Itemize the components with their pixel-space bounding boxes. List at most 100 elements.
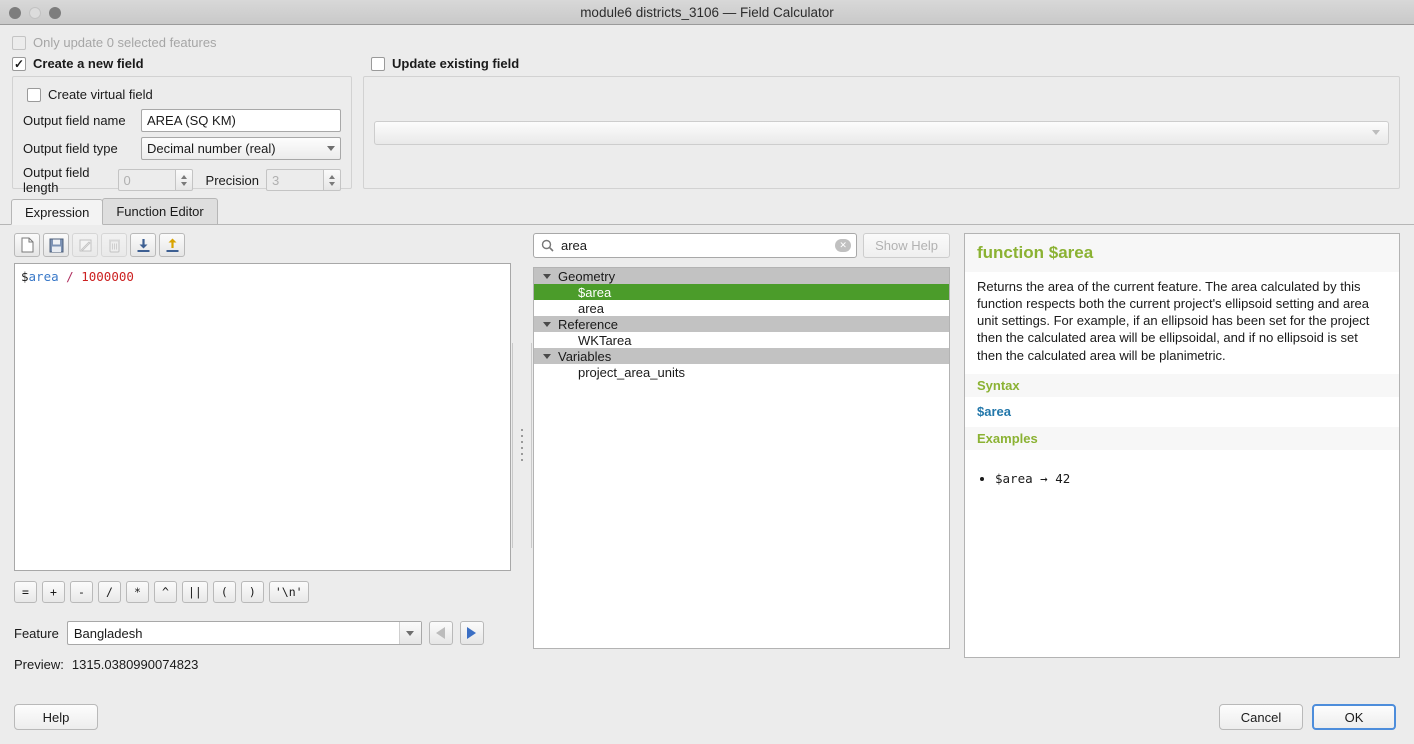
- help-button[interactable]: Help: [14, 704, 98, 730]
- edit-icon: [72, 233, 98, 257]
- operator-button-plus[interactable]: +: [42, 581, 65, 603]
- chevron-down-icon[interactable]: [398, 622, 421, 644]
- existing-field-group: [363, 76, 1400, 189]
- dialog-body: Only update 0 selected features ✓ Create…: [0, 25, 1414, 672]
- search-row: area ✕ Show Help: [533, 233, 950, 258]
- create-new-field-checkbox[interactable]: ✓: [12, 56, 26, 71]
- create-new-field-label: Create a new field: [33, 56, 144, 71]
- tree-group-label: Geometry: [558, 268, 616, 284]
- search-icon: [541, 239, 554, 252]
- minimize-button[interactable]: [29, 6, 41, 19]
- update-existing-field-checkbox[interactable]: [371, 56, 385, 71]
- operator-button-close-paren[interactable]: ): [240, 581, 264, 603]
- operator-button-newline[interactable]: '\n': [268, 581, 309, 603]
- close-button[interactable]: [9, 6, 21, 19]
- operator-button-equals[interactable]: =: [14, 581, 37, 603]
- title-bar: module6 districts_3106 — Field Calculato…: [0, 0, 1414, 25]
- expression-token-function: area: [28, 269, 59, 284]
- search-input[interactable]: area ✕: [533, 233, 858, 258]
- precision-label: Precision: [205, 172, 259, 188]
- tree-item-area[interactable]: area: [534, 300, 949, 316]
- create-new-field-panel: ✓ Create a new field Create virtual fiel…: [4, 52, 352, 195]
- new-field-group: Create virtual field Output field name A…: [12, 76, 352, 195]
- help-examples-heading: Examples: [965, 426, 1399, 450]
- output-field-name-input[interactable]: AREA (SQ KM): [141, 109, 341, 132]
- tree-item-dollar-area[interactable]: $area: [534, 284, 949, 300]
- tree-group-reference[interactable]: Reference: [534, 316, 949, 332]
- tree-group-variables[interactable]: Variables: [534, 348, 949, 364]
- footer-actions: Cancel OK: [1219, 704, 1396, 730]
- output-field-type-value: Decimal number (real): [147, 141, 276, 156]
- feature-select[interactable]: Bangladesh: [66, 621, 422, 645]
- window-controls: [9, 0, 61, 25]
- import-icon[interactable]: [130, 233, 156, 257]
- expression-token-operator: /: [66, 269, 74, 284]
- clear-search-icon[interactable]: ✕: [835, 239, 852, 252]
- help-syntax-code: $area: [977, 403, 1011, 419]
- create-virtual-field-checkbox[interactable]: [27, 87, 41, 102]
- feature-value: Bangladesh: [73, 625, 143, 641]
- only-update-selected-checkbox[interactable]: [12, 35, 26, 50]
- operator-button-divide[interactable]: /: [98, 581, 121, 603]
- length-spin-buttons[interactable]: [175, 169, 193, 191]
- expression-toolbar: [14, 233, 511, 257]
- preview-value: 1315.0380990074823: [71, 657, 199, 672]
- tree-group-label: Variables: [558, 348, 612, 364]
- precision-input[interactable]: 3: [266, 169, 324, 191]
- output-field-length-label: Output field length: [23, 165, 90, 195]
- precision-spin-buttons[interactable]: [324, 169, 341, 191]
- tab-expression[interactable]: Expression: [11, 199, 104, 225]
- arrow-left-icon: [436, 627, 446, 639]
- only-update-selected-row[interactable]: Only update 0 selected features: [0, 25, 1414, 52]
- tab-function-editor[interactable]: Function Editor: [102, 198, 218, 224]
- delete-icon: [101, 233, 127, 257]
- output-field-name-row: Output field name AREA (SQ KM): [23, 109, 341, 132]
- tree-item-wktarea[interactable]: WKTarea: [534, 332, 949, 348]
- next-feature-button[interactable]: [459, 621, 484, 645]
- cancel-button[interactable]: Cancel: [1219, 704, 1303, 730]
- operator-button-power[interactable]: ^: [154, 581, 177, 603]
- expression-token-number: 1000000: [81, 269, 134, 284]
- spin-down-icon[interactable]: [329, 181, 335, 186]
- new-file-icon[interactable]: [14, 233, 40, 257]
- tree-item-project-area-units[interactable]: project_area_units: [534, 364, 949, 380]
- expression-input[interactable]: $area / 1000000: [14, 263, 511, 571]
- operator-button-concat[interactable]: ||: [182, 581, 208, 603]
- panel-splitter[interactable]: [511, 233, 533, 657]
- spin-down-icon[interactable]: [180, 181, 187, 186]
- existing-field-select[interactable]: [374, 120, 1389, 145]
- operator-button-multiply[interactable]: *: [126, 581, 149, 603]
- dialog-footer: Help Cancel OK: [0, 690, 1414, 744]
- ok-button[interactable]: OK: [1312, 704, 1396, 730]
- update-existing-field-header[interactable]: Update existing field: [363, 52, 1400, 76]
- tree-group-label: Reference: [558, 316, 618, 332]
- chevron-down-icon[interactable]: [543, 273, 551, 279]
- precision-stepper[interactable]: 3: [266, 169, 341, 191]
- help-syntax-heading: Syntax: [965, 373, 1399, 397]
- export-icon[interactable]: [159, 233, 185, 257]
- operator-button-minus[interactable]: -: [70, 581, 93, 603]
- help-description: Returns the area of the current feature.…: [977, 279, 1370, 363]
- spin-up-icon[interactable]: [329, 174, 335, 179]
- expression-column: $area / 1000000 = + - / * ^ || ( ) '\n' …: [14, 233, 511, 672]
- help-title: function $area: [965, 234, 1399, 272]
- tree-group-geometry[interactable]: Geometry: [534, 268, 949, 284]
- previous-feature-button[interactable]: [428, 621, 453, 645]
- preview-label: Preview:: [14, 657, 64, 672]
- spin-up-icon[interactable]: [180, 174, 187, 179]
- output-field-length-input[interactable]: 0: [117, 169, 176, 191]
- output-field-type-label: Output field type: [23, 141, 118, 156]
- output-field-length-stepper[interactable]: 0: [117, 169, 193, 191]
- operator-button-open-paren[interactable]: (: [212, 581, 236, 603]
- create-new-field-header[interactable]: ✓ Create a new field: [4, 52, 352, 76]
- show-help-button[interactable]: Show Help: [863, 233, 950, 258]
- save-icon[interactable]: [43, 233, 69, 257]
- chevron-down-icon[interactable]: [543, 321, 551, 327]
- maximize-button[interactable]: [49, 6, 61, 19]
- function-tree[interactable]: Geometry $area area Reference WKTarea Va…: [533, 267, 950, 649]
- splitter-handle[interactable]: [512, 342, 532, 548]
- chevron-down-icon[interactable]: [543, 353, 551, 359]
- preview-row: Preview: 1315.0380990074823: [14, 657, 511, 672]
- output-field-type-select[interactable]: Decimal number (real): [141, 137, 341, 160]
- create-virtual-field-row[interactable]: Create virtual field: [23, 87, 341, 102]
